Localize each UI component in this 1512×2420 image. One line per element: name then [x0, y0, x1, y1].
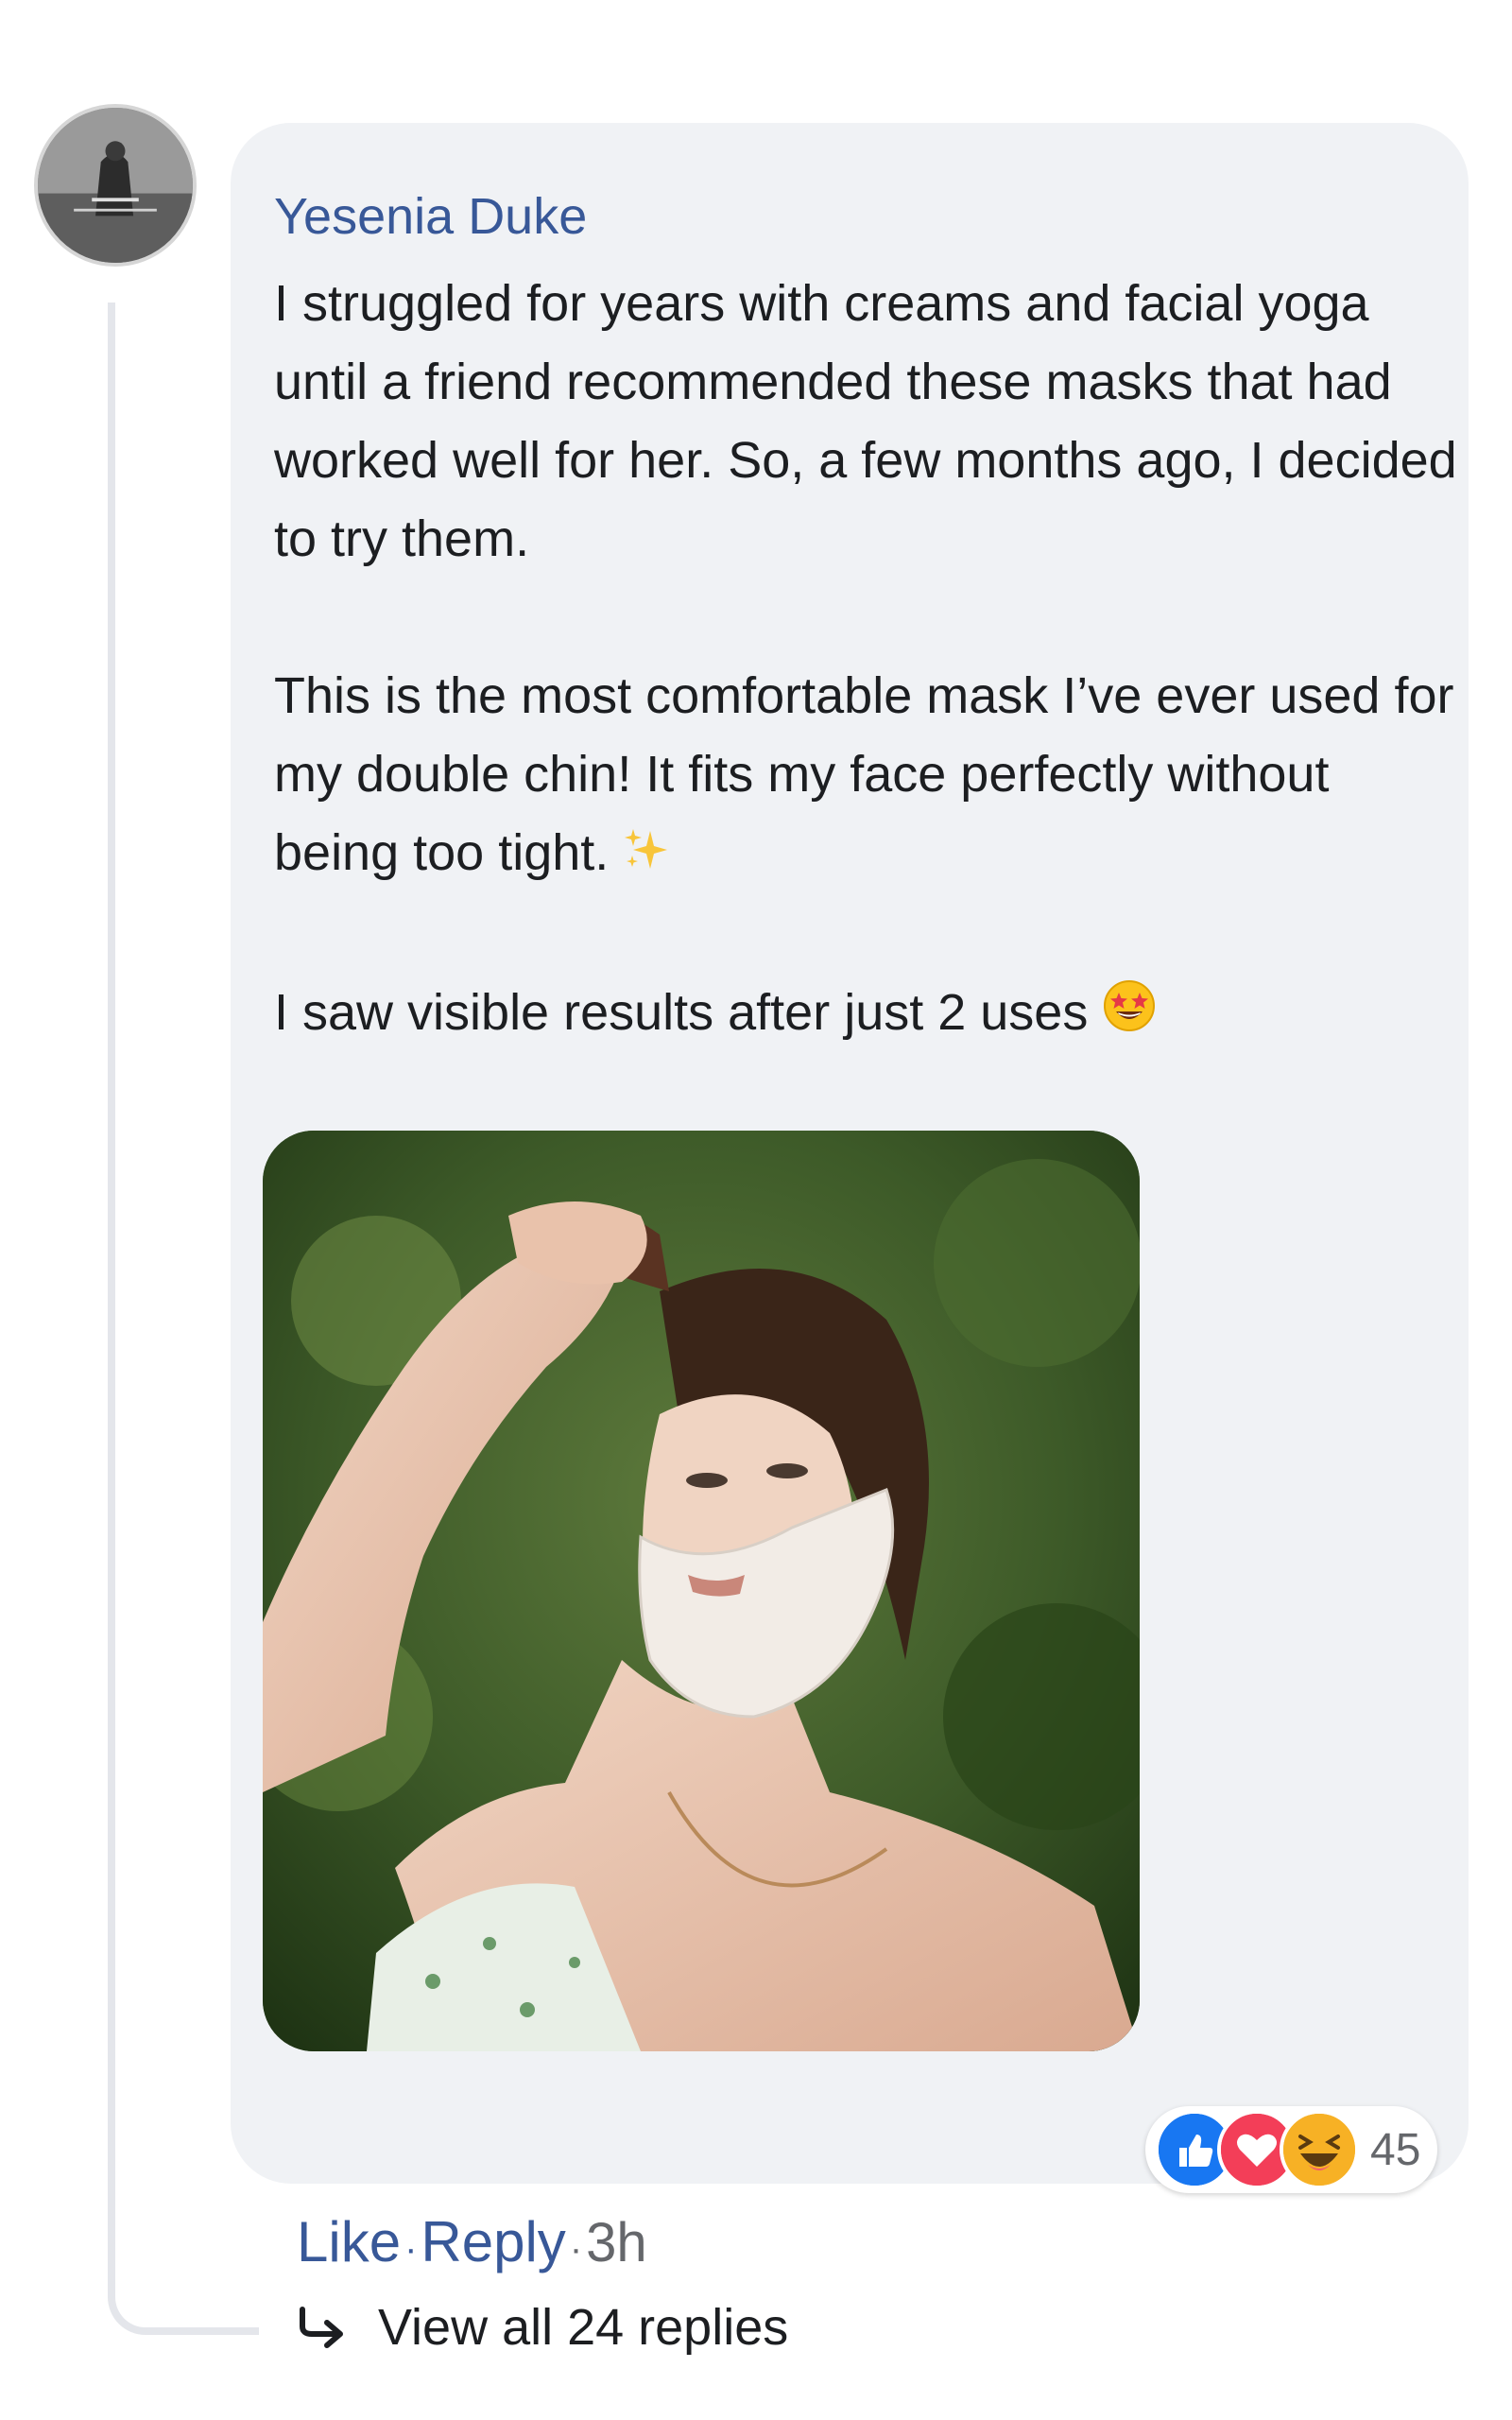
comment-paragraph-2: This is the most comfortable mask I’ve e… [274, 657, 1465, 895]
avatar-photo [38, 108, 193, 263]
comment-photo[interactable] [263, 1131, 1140, 2051]
comment-body: I struggled for years with creams and fa… [274, 265, 1465, 1055]
reaction-count: 45 [1370, 2124, 1421, 2175]
separator-dot: · [404, 2228, 418, 2270]
sparkles-emoji-icon [624, 817, 669, 895]
reply-button[interactable]: Reply [421, 2203, 565, 2282]
comment-timestamp[interactable]: 3h [586, 2204, 647, 2283]
separator-dot: · [569, 2228, 583, 2270]
comment-actions: Like · Reply · 3h [297, 2203, 647, 2289]
avatar[interactable] [34, 104, 197, 267]
star-struck-emoji-icon [1103, 977, 1156, 1055]
view-replies-label: View all 24 replies [378, 2299, 789, 2356]
haha-icon [1280, 2110, 1359, 2189]
reply-arrow-icon [300, 2307, 343, 2348]
comment-paragraph-3: I saw visible results after just 2 uses [274, 974, 1465, 1055]
view-replies-link[interactable]: View all 24 replies [297, 2288, 788, 2367]
like-button[interactable]: Like [297, 2203, 401, 2282]
reactions-summary[interactable]: 45 [1145, 2106, 1438, 2193]
comment-author-name[interactable]: Yesenia Duke [274, 187, 587, 246]
woman-wearing-chin-mask-photo-icon [263, 1131, 1140, 2051]
comment-paragraph-1: I struggled for years with creams and fa… [274, 275, 1457, 567]
